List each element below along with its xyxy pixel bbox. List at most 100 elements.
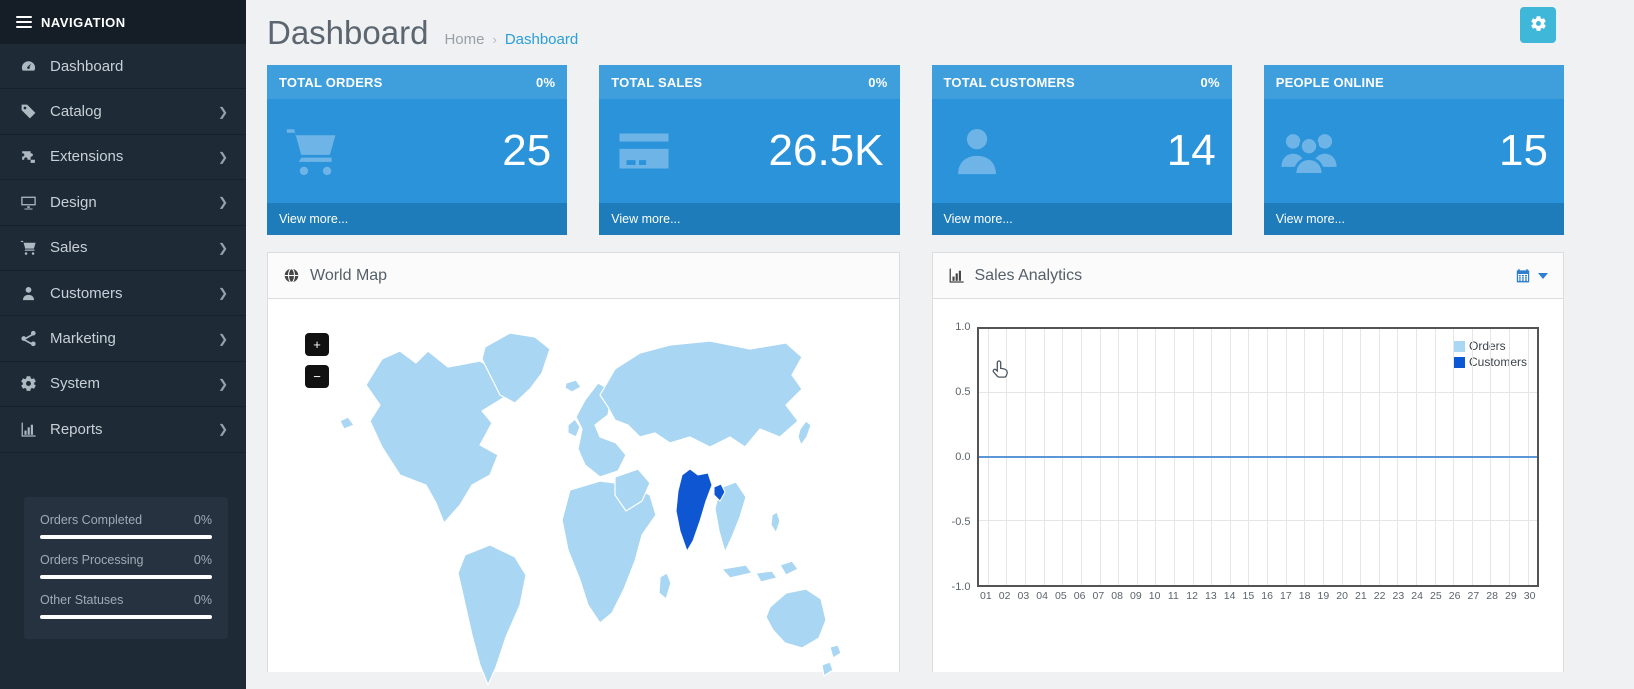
x-tick-label: 26 [1448, 590, 1461, 602]
page-header: Dashboard Home › Dashboard [246, 0, 1634, 52]
tile-percent: 0% [536, 74, 556, 90]
x-tick-label: 10 [1148, 590, 1161, 602]
progress-bar [40, 534, 212, 539]
sidebar-item-catalog[interactable]: Catalog ❯ [0, 89, 246, 135]
x-tick-label: 21 [1355, 590, 1367, 602]
sidebar-item-customers[interactable]: Customers ❯ [0, 271, 246, 317]
world-map-panel: World Map + − [267, 252, 900, 686]
stat-tiles-row: TOTAL ORDERS 0% 25 View more... TOTAL SA… [267, 65, 1564, 235]
x-tick-label: 29 [1505, 590, 1517, 602]
sidebar-item-label: Design [50, 193, 97, 211]
tile-title: TOTAL CUSTOMERS [943, 74, 1075, 90]
x-tick-label: 13 [1205, 590, 1217, 602]
y-tick-label: 0.5 [955, 386, 971, 398]
cart-icon [20, 239, 37, 256]
panel-title: Sales Analytics [974, 266, 1083, 284]
stat-value: 0% [193, 552, 212, 567]
world-map-body: + − [268, 299, 899, 686]
tile-value: 14 [1166, 126, 1216, 175]
x-tick-label: 27 [1467, 590, 1480, 602]
view-more-link[interactable]: View more... [599, 203, 900, 235]
map-zoom-in-button[interactable]: + [305, 333, 329, 356]
cart-icon [281, 123, 343, 179]
sidebar: NAVIGATION Dashboard Catalog ❯ Extension… [0, 0, 246, 689]
x-tick-label: 12 [1186, 590, 1198, 602]
hamburger-icon [16, 16, 32, 28]
y-tick-label: 0.0 [955, 451, 971, 463]
view-more-link[interactable]: View more... [267, 203, 568, 235]
chart-plot-area[interactable]: Orders Customers [976, 327, 1539, 587]
globe-icon [283, 267, 300, 284]
chart-y-axis: 1.0 0.5 0.0 -0.5 -1.0 [947, 321, 977, 593]
stat-value: 0% [193, 592, 212, 607]
x-tick-label: 22 [1373, 590, 1386, 602]
tile-people-online: PEOPLE ONLINE 15 View more... [1263, 65, 1564, 235]
sidebar-item-label: System [50, 375, 101, 393]
order-status-summary: Orders Completed 0% Orders Processing 0%… [24, 496, 228, 639]
x-tick-label: 06 [1073, 590, 1086, 602]
stat-orders-completed: Orders Completed 0% [40, 513, 212, 539]
x-tick-label: 01 [980, 590, 992, 602]
x-tick-label: 20 [1336, 590, 1348, 602]
stat-label: Other Statuses [40, 592, 124, 607]
x-tick-label: 11 [1167, 590, 1179, 602]
breadcrumb-separator: › [492, 32, 497, 47]
sidebar-item-system[interactable]: System ❯ [0, 362, 246, 408]
sidebar-item-label: Dashboard [50, 57, 124, 75]
sidebar-item-design[interactable]: Design ❯ [0, 180, 246, 226]
x-tick-label: 16 [1261, 590, 1273, 602]
x-tick-label: 19 [1317, 590, 1330, 602]
y-tick-label: -1.0 [951, 581, 971, 593]
sidebar-item-reports[interactable]: Reports ❯ [0, 407, 246, 453]
sidebar-item-sales[interactable]: Sales ❯ [0, 226, 246, 271]
stat-other-statuses: Other Statuses 0% [40, 593, 212, 619]
sales-analytics-panel: Sales Analytics 1.0 0.5 0.0 -0.5 -1.0 Orders… [931, 252, 1564, 672]
chart-zero-value-line [978, 456, 1537, 458]
page-title: Dashboard [267, 14, 429, 51]
sidebar-item-label: Extensions [50, 148, 124, 166]
chevron-right-icon: ❯ [217, 286, 228, 301]
share-icon [20, 330, 37, 347]
progress-bar [40, 614, 212, 619]
sidebar-navigation-header: NAVIGATION [0, 0, 246, 44]
x-tick-label: 17 [1280, 590, 1292, 602]
x-tick-label: 05 [1055, 590, 1067, 602]
x-tick-label: 02 [998, 590, 1011, 602]
view-more-link[interactable]: View more... [1263, 203, 1564, 235]
sidebar-item-label: Customers [50, 284, 123, 302]
chart-range-dropdown[interactable] [1515, 268, 1548, 284]
user-icon [946, 123, 1008, 179]
gridline-horizontal [978, 392, 1537, 393]
sidebar-item-label: Sales [50, 239, 88, 257]
map-zoom-controls: + − [305, 333, 329, 388]
sidebar-navigation-label: NAVIGATION [41, 14, 126, 30]
main-content: Dashboard Home › Dashboard TOTAL ORDERS … [246, 0, 1634, 689]
tile-percent: 0% [1200, 74, 1220, 90]
sidebar-item-marketing[interactable]: Marketing ❯ [0, 316, 246, 362]
calendar-icon [1515, 268, 1531, 284]
tile-title: TOTAL ORDERS [279, 74, 383, 90]
x-tick-label: 15 [1242, 590, 1255, 602]
world-map[interactable] [330, 325, 850, 689]
breadcrumb-home-link[interactable]: Home [444, 31, 484, 48]
map-zoom-out-button[interactable]: − [305, 365, 329, 388]
bar-chart-icon [20, 421, 37, 438]
settings-button[interactable] [1520, 7, 1556, 43]
legend-label: Customers [1468, 355, 1527, 369]
sidebar-item-label: Reports [50, 420, 103, 438]
sales-chart: 1.0 0.5 0.0 -0.5 -1.0 Orders Customers 01 02 03… [947, 321, 1540, 602]
sidebar-item-dashboard[interactable]: Dashboard [0, 44, 246, 90]
chart-x-axis: 01 02 03 04 05 06 07 08 09 10 11 12 13 14 15 16 17 18 19 20… [977, 590, 1540, 602]
view-more-link[interactable]: View more... [931, 203, 1232, 235]
chevron-right-icon: ❯ [217, 240, 228, 255]
monitor-icon [20, 194, 37, 211]
tile-title: TOTAL SALES [611, 74, 703, 90]
tile-value: 26.5K [768, 126, 884, 175]
chevron-right-icon: ❯ [217, 195, 228, 210]
legend-swatch [1453, 340, 1465, 352]
gear-icon [20, 375, 37, 392]
stat-label: Orders Completed [40, 512, 143, 527]
x-tick-label: 24 [1411, 590, 1423, 602]
tile-total-orders: TOTAL ORDERS 0% 25 View more... [267, 65, 568, 235]
sidebar-item-extensions[interactable]: Extensions ❯ [0, 135, 246, 181]
